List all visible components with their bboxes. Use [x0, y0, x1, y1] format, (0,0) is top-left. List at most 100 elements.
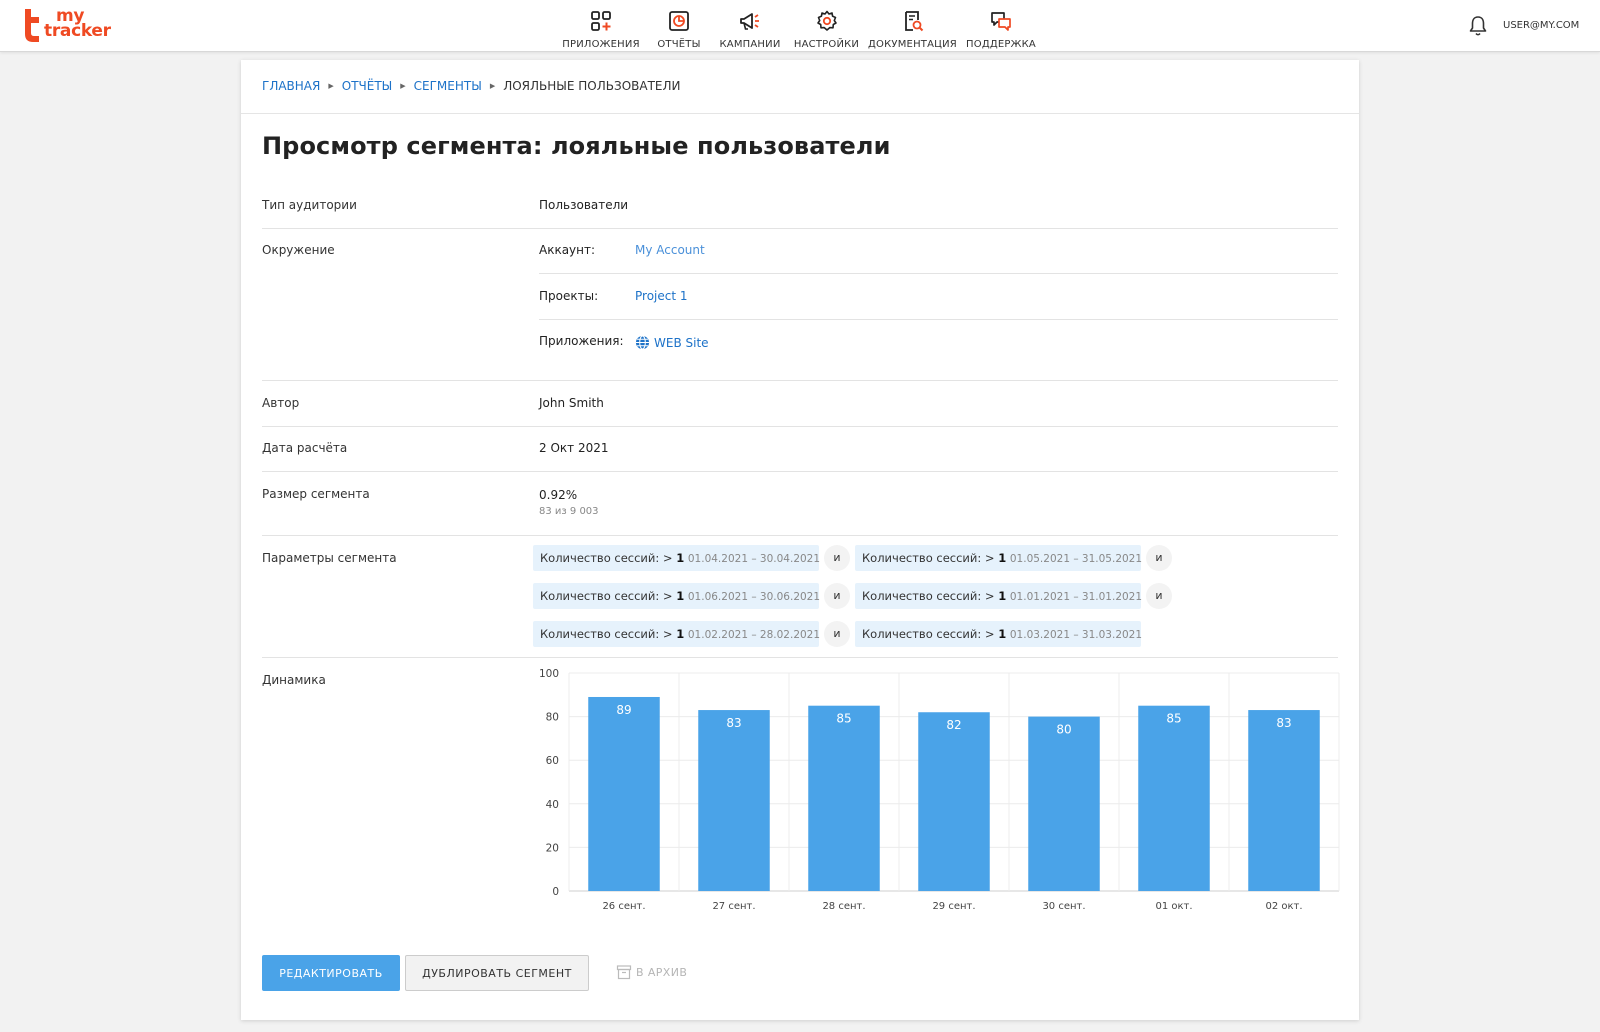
globe-icon — [635, 335, 650, 350]
archive-icon — [616, 965, 632, 980]
and-operator: и — [824, 583, 850, 609]
condition-value: 1 — [998, 551, 1007, 565]
app-link[interactable]: WEB Site — [635, 335, 709, 350]
segment-size-label: Размер сегмента — [262, 487, 370, 501]
nav-item-support[interactable]: ПОДДЕРЖКА — [960, 0, 1042, 52]
audience-type-value: Пользователи — [539, 198, 629, 212]
nav-item-documentation[interactable]: ДОКУМЕНТАЦИЯ — [865, 0, 960, 52]
breadcrumb-separator-icon: ▶ — [489, 82, 496, 90]
chart-bar — [588, 696, 660, 891]
bell-icon[interactable] — [1468, 15, 1488, 37]
calc-date-label: Дата расчёта — [262, 441, 348, 455]
author-value: John Smith — [539, 396, 604, 410]
support-chat-icon — [991, 12, 1011, 31]
project-link[interactable]: Project 1 — [635, 289, 688, 303]
logo-text: my tracker — [44, 8, 111, 41]
y-tick-label: 80 — [546, 712, 559, 724]
y-tick-label: 0 — [552, 886, 559, 898]
author-label: Автор — [262, 396, 300, 410]
segment-size-value: 0.92% — [539, 488, 578, 502]
row-divider — [539, 273, 1338, 274]
condition-chip: Количество сессий: > 1 01.02.2021 – 28.0… — [533, 621, 821, 647]
breadcrumb-current: ЛОЯЛЬНЫЕ ПОЛЬЗОВАТЕЛИ — [503, 79, 681, 93]
reports-icon — [669, 11, 689, 31]
and-operator: и — [1146, 545, 1172, 571]
nav-label-documentation: ДОКУМЕНТАЦИЯ — [868, 39, 957, 50]
chart-bar — [918, 712, 990, 891]
gear-icon — [816, 10, 837, 31]
app-link-label: WEB Site — [654, 335, 709, 350]
account-label: Аккаунт: — [539, 243, 596, 257]
condition-text: Количество сессий: > — [540, 627, 673, 641]
bar-data-label: 83 — [1276, 716, 1291, 730]
user-account-menu[interactable]: USER@MY.COM — [1503, 20, 1579, 31]
chart-bar — [1028, 716, 1100, 891]
breadcrumb-divider — [241, 113, 1359, 114]
condition-value: 1 — [676, 589, 685, 603]
condition-chip: Количество сессий: > 1 01.01.2021 – 31.0… — [855, 583, 1143, 609]
page-title: Просмотр сегмента: лояльные пользователи — [262, 132, 891, 160]
bar-data-label: 85 — [1166, 712, 1181, 726]
nav-label-reports: ОТЧЁТЫ — [657, 39, 701, 50]
condition-text: Количество сессий: > — [862, 589, 995, 603]
condition-dates: 01.03.2021 – 31.03.2021 — [1009, 629, 1143, 641]
condition-dates: 01.01.2021 – 31.01.2021 — [1009, 591, 1143, 603]
breadcrumb-home[interactable]: ГЛАВНАЯ — [262, 79, 320, 93]
bar-data-label: 82 — [946, 718, 961, 732]
chart-bar — [1248, 710, 1320, 891]
condition-dates: 01.06.2021 – 30.06.2021 — [687, 591, 821, 603]
condition-text: Количество сессий: > — [862, 551, 995, 565]
and-operator: и — [824, 545, 850, 571]
x-tick-label: 26 сент. — [602, 901, 645, 912]
nav-label-campaigns: КАМПАНИИ — [719, 39, 781, 50]
x-tick-label: 01 окт. — [1155, 901, 1192, 912]
condition-value: 1 — [676, 551, 685, 565]
condition-value: 1 — [998, 589, 1007, 603]
condition-chip: Количество сессий: > 1 01.03.2021 – 31.0… — [855, 621, 1143, 647]
condition-chip: Количество сессий: > 1 01.05.2021 – 31.0… — [855, 545, 1143, 571]
row-divider — [262, 426, 1338, 427]
logo-line-2: tracker — [44, 21, 111, 41]
duplicate-segment-button[interactable]: ДУБЛИРОВАТЬ СЕГМЕНТ — [405, 955, 589, 991]
condition-value: 1 — [676, 627, 685, 641]
condition-text: Количество сессий: > — [540, 551, 673, 565]
row-divider — [262, 228, 1338, 229]
account-link[interactable]: My Account — [635, 243, 705, 257]
segment-size-count: 83 из 9 003 — [539, 506, 599, 517]
bar-data-label: 89 — [616, 703, 631, 717]
segment-params-label: Параметры сегмента — [262, 551, 397, 565]
condition-dates: 01.02.2021 – 28.02.2021 — [687, 629, 821, 641]
y-tick-label: 100 — [539, 668, 559, 680]
row-divider — [262, 471, 1338, 472]
apps-label: Приложения: — [539, 334, 624, 348]
chart-bar — [698, 710, 770, 891]
apps-icon — [591, 11, 611, 31]
condition-chip: Количество сессий: > 1 01.04.2021 – 30.0… — [533, 545, 820, 571]
dynamics-bar-chart: 0 20 40 60 80 100 89 26 сент. 83 27 сент. 85 28 сен… — [539, 668, 1340, 912]
x-tick-label: 29 сент. — [932, 901, 975, 912]
condition-text: Количество сессий: > — [540, 589, 673, 603]
nav-item-apps[interactable]: ПРИЛОЖЕНИЯ — [556, 0, 646, 52]
condition-text: Количество сессий: > — [862, 627, 995, 641]
megaphone-icon — [740, 13, 759, 30]
audience-type-label: Тип аудитории — [262, 198, 357, 212]
row-divider — [262, 380, 1338, 381]
nav-item-settings[interactable]: НАСТРОЙКИ — [788, 0, 865, 52]
edit-button[interactable]: РЕДАКТИРОВАТЬ — [262, 955, 400, 991]
x-tick-label: 02 окт. — [1265, 901, 1302, 912]
condition-dates: 01.05.2021 – 31.05.2021 — [1009, 553, 1143, 565]
mytracker-logo[interactable]: my tracker — [22, 8, 122, 45]
archive-button[interactable]: В АРХИВ — [616, 964, 687, 980]
nav-item-reports[interactable]: ОТЧЁТЫ — [646, 0, 712, 52]
breadcrumb-reports[interactable]: ОТЧЁТЫ — [342, 79, 393, 93]
environment-label: Окружение — [262, 243, 335, 257]
bar-data-label: 80 — [1056, 723, 1071, 737]
nav-label-settings: НАСТРОЙКИ — [793, 39, 860, 50]
segment-card: ГЛАВНАЯ ▶ ОТЧЁТЫ ▶ СЕГМЕНТЫ ▶ ЛОЯЛЬНЫЕ П… — [241, 60, 1359, 1020]
breadcrumb-segments[interactable]: СЕГМЕНТЫ — [414, 79, 482, 93]
bar-data-label: 85 — [836, 712, 851, 726]
y-tick-label: 40 — [546, 799, 559, 811]
nav-label-support: ПОДДЕРЖКА — [966, 39, 1036, 50]
nav-item-campaigns[interactable]: КАМПАНИИ — [712, 0, 788, 52]
y-tick-label: 60 — [546, 755, 559, 767]
